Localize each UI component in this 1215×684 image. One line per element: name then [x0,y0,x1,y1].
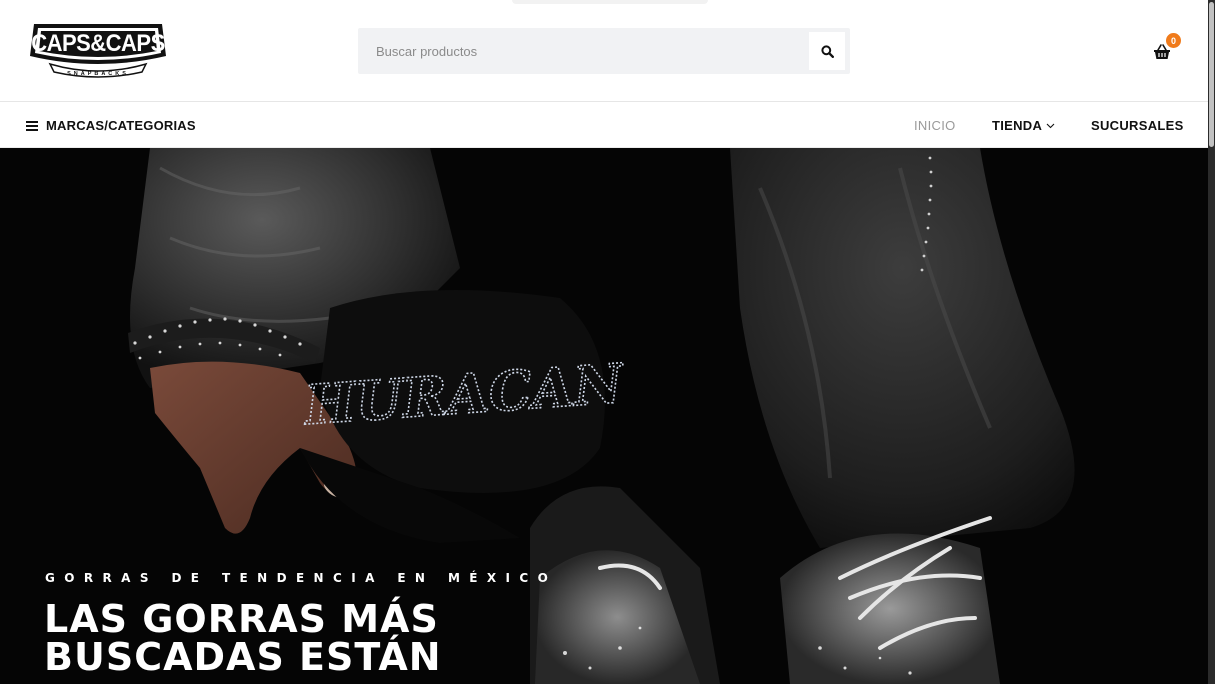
nav-item-inicio[interactable]: INICIO [914,103,956,148]
chevron-down-icon [1046,123,1055,128]
nav-item-sucursales[interactable]: SUCURSALES [1091,103,1184,148]
page-scrollbar[interactable] [1208,0,1215,684]
svg-text:CAPS&CAPS: CAPS&CAPS [31,29,165,56]
search-input[interactable] [358,28,808,74]
brand-logo[interactable]: CAPS&CAPS SNAPBACKS [28,20,168,82]
nav-item-tienda[interactable]: TIENDA [992,103,1055,148]
logo-graphic: CAPS&CAPS SNAPBACKS [30,24,166,78]
svg-text:SNAPBACKS: SNAPBACKS [67,71,129,77]
search-bar [358,28,850,74]
categories-menu-label: MARCAS/CATEGORIAS [46,118,196,133]
main-navigation: MARCAS/CATEGORIAS INICIO TIENDA SUCURSAL… [0,103,1208,148]
menu-icon [26,120,38,131]
nav-item-tienda-label: TIENDA [992,118,1043,133]
search-icon [820,44,834,58]
hero-kicker: GORRAS DE TENDENCIA EN MÉXICO [45,571,558,585]
hero-banner[interactable]: HURACAN GORRAS DE TENDENCIA EN MÉXICO LA… [0,148,1208,684]
hero-title: LAS GORRAS MÁS BUSCADAS ESTÁN [44,597,442,679]
site-header: CAPS&CAPS SNAPBACKS 0 [0,0,1208,102]
top-notch [512,0,708,4]
cart-count-badge: 0 [1166,33,1181,48]
search-button[interactable] [809,32,845,70]
scrollbar-thumb[interactable] [1209,2,1214,147]
categories-menu-button[interactable]: MARCAS/CATEGORIAS [26,103,196,148]
